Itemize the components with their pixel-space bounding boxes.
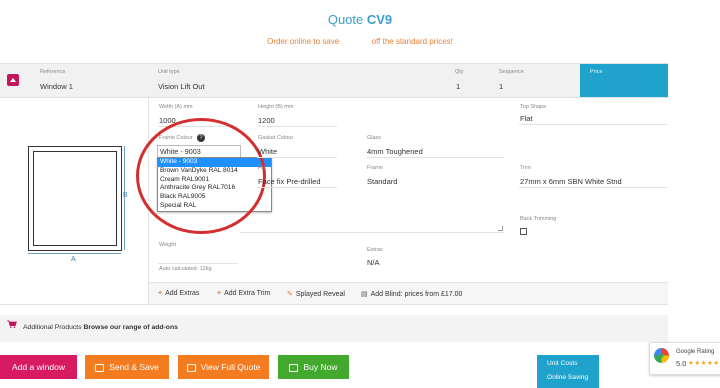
sequence-value[interactable]: 1 (499, 82, 503, 91)
section-divider (0, 304, 668, 305)
view-full-quote-button[interactable]: View Full Quote (178, 355, 269, 379)
unit-costs-title: Unit Costs (547, 360, 578, 367)
add-extras-label: Add Extras (165, 290, 200, 297)
splayed-reveal-link[interactable]: ✎ Splayed Reveal (287, 290, 345, 298)
add-blind-link[interactable]: ▤ Add Blind: prices from £17.00 (361, 290, 462, 298)
google-rating-score: 5.0 (676, 359, 687, 368)
dimension-b-label: B (123, 192, 128, 199)
plus-icon: + (217, 290, 222, 297)
width-label: Width (A) mm (159, 104, 193, 110)
collapse-button[interactable] (7, 74, 19, 86)
online-saving-label: Online Saving (547, 374, 589, 381)
back-trimming-label: Back Trimming (520, 216, 557, 222)
back-trimming-checkbox[interactable] (520, 228, 527, 235)
glass-select[interactable]: 4mm Toughened (367, 147, 423, 156)
glass-underline (366, 157, 504, 158)
buy-now-button[interactable]: Buy Now (278, 355, 349, 379)
cart-icon (289, 363, 299, 372)
add-extra-trim-link[interactable]: + Add Extra Trim (217, 290, 270, 297)
cart-icon (7, 320, 17, 328)
google-rating-badge[interactable]: Google Rating 5.0 ★★★★★ (649, 342, 720, 375)
frame-select[interactable]: Standard (367, 177, 397, 186)
quote-code: CV9 (366, 12, 393, 27)
sequence-label: Sequence (499, 69, 524, 75)
highlight-circle (136, 118, 266, 234)
add-extra-trim-label: Add Extra Trim (224, 290, 271, 297)
fix-label: Fix (258, 165, 266, 171)
unit-costs-panel: Unit Costs Online Saving (537, 355, 599, 388)
gasket-colour-label: Gasket Colour (258, 135, 294, 141)
google-logo-icon (654, 348, 669, 363)
browse-addons-link[interactable]: Browse our range of add-ons (83, 324, 177, 331)
add-window-label: Add a window (12, 362, 65, 372)
qty-label: Qty (455, 69, 464, 75)
plus-icon: + (158, 290, 163, 297)
glass-label: Glass (367, 135, 382, 141)
weight-label: Weight (159, 242, 177, 248)
additional-products-label: Additional Products (23, 324, 82, 331)
fix-select[interactable]: Face fix Pre-drilled (258, 177, 321, 186)
extras-label: Extras (367, 247, 383, 253)
price-column: Price (580, 64, 668, 97)
promo-part2: off the standard prices! (371, 37, 453, 46)
send-save-label: Send & Save (109, 362, 159, 372)
unit-type-value: Vision Lift Out (158, 82, 205, 91)
view-quote-label: View Full Quote (200, 362, 261, 372)
weight-note: Auto calculated: 12kg (159, 266, 212, 272)
height-underline (257, 126, 337, 127)
reference-value[interactable]: Window 1 (40, 82, 73, 91)
top-shape-select[interactable]: Flat (520, 114, 533, 123)
gasket-underline (257, 157, 337, 158)
price-label: Price (590, 69, 603, 75)
splayed-reveal-label: Splayed Reveal (295, 291, 345, 298)
trim-underline (519, 187, 667, 188)
buy-now-label: Buy Now (303, 362, 338, 372)
additional-products-text: Additional Products Browse our range of … (23, 324, 178, 331)
extras-value: N/A (367, 258, 380, 267)
top-shape-label: Top Shape (520, 104, 547, 110)
google-rating-stars: ★★★★★ (688, 360, 720, 367)
trim-label: Trim (520, 165, 531, 171)
window-header-row: Reference Window 1 Unit type Vision Lift… (0, 63, 668, 98)
notes-underline (240, 232, 366, 233)
top-shape-underline (519, 124, 667, 125)
trim-select[interactable]: 27mm x 6mm SBN White Stnd (520, 177, 622, 186)
gasket-colour-select[interactable]: White (258, 147, 277, 156)
share-icon (95, 363, 105, 372)
promo-text: Order online to save off the standard pr… (0, 37, 720, 46)
promo-part1: Order online to save (267, 37, 340, 46)
window-frame-inner (33, 151, 117, 246)
edit-icon: ✎ (287, 291, 293, 298)
notes-textarea[interactable] (366, 186, 504, 233)
extras-bar: + Add Extras + Add Extra Trim ✎ Splayed Rev… (149, 282, 668, 304)
reference-label: Reference (40, 69, 66, 75)
quote-label: Quote (327, 12, 364, 27)
unit-type-label: Unit type (158, 69, 180, 75)
blind-icon: ▤ (361, 291, 368, 298)
height-input[interactable]: 1200 (258, 116, 275, 125)
add-window-button[interactable]: Add a window (0, 355, 77, 379)
add-blind-label: Add Blind: prices from £17.00 (370, 291, 463, 298)
height-label: Height (B) mm (258, 104, 294, 110)
add-extras-link[interactable]: + Add Extras (158, 290, 199, 297)
fix-underline (257, 187, 337, 188)
weight-underline (158, 263, 238, 264)
qty-value[interactable]: 1 (456, 82, 460, 91)
dimension-a-line (28, 253, 121, 255)
send-save-button[interactable]: Send & Save (85, 355, 169, 379)
frame-label: Frame (367, 165, 383, 171)
page-title: Quote CV9 (0, 12, 720, 27)
google-rating-label: Google Rating (676, 349, 715, 355)
dimension-a-label: A (71, 256, 76, 263)
document-icon (186, 363, 196, 372)
